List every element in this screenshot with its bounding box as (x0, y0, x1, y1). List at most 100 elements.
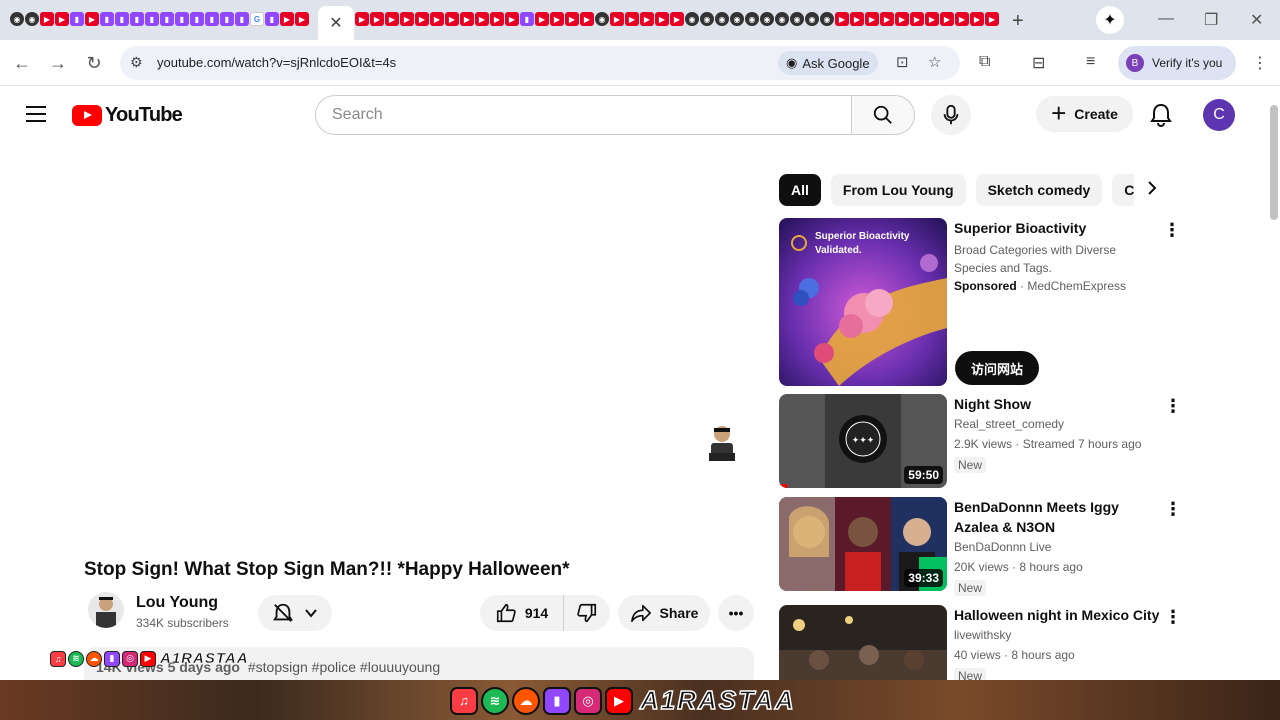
rec-channel[interactable]: BenDaDonnn Live (954, 540, 1051, 554)
chip-con[interactable]: Con (1112, 174, 1134, 206)
voice-search-button[interactable] (931, 95, 971, 135)
tab-favicon[interactable]: ▶ (430, 12, 444, 26)
rec-video-card[interactable]: 39:33 BenDaDonnn Meets Iggy Azalea & N3O… (779, 497, 1184, 596)
ask-google-button[interactable]: ◉ Ask Google (778, 51, 878, 75)
create-button[interactable]: + Create (1036, 96, 1133, 132)
rec-menu-icon[interactable]: ⋮ (1164, 607, 1182, 628)
rec-channel[interactable]: Real_street_comedy (954, 417, 1064, 431)
tab-favicon[interactable]: ▶ (280, 12, 294, 26)
subscribed-notification-button[interactable] (258, 595, 332, 631)
tab-favicon[interactable]: ▮ (130, 12, 144, 26)
tab-favicon[interactable]: ▶ (880, 12, 894, 26)
tab-favicon[interactable]: ◉ (10, 12, 24, 26)
tab-favicon[interactable]: ▶ (670, 12, 684, 26)
tab-favicon[interactable]: ▶ (940, 12, 954, 26)
tab-favicon[interactable]: ▶ (85, 12, 99, 26)
tab-favicon[interactable]: ▶ (370, 12, 384, 26)
tab-favicon[interactable]: ▮ (70, 12, 84, 26)
ad-title[interactable]: Superior Bioactivity (954, 218, 1164, 238)
tab-favicon[interactable]: ◉ (700, 12, 714, 26)
tab-favicon[interactable]: ▮ (160, 12, 174, 26)
rec-menu-icon[interactable]: ⋮ (1164, 499, 1182, 520)
channel-avatar[interactable] (88, 592, 124, 628)
tab-favicon[interactable]: ◉ (25, 12, 39, 26)
tab-favicon[interactable]: ▶ (910, 12, 924, 26)
tab-favicon[interactable]: ▶ (625, 12, 639, 26)
scrollbar-thumb[interactable] (1270, 105, 1278, 220)
tab-favicon[interactable]: ◉ (715, 12, 729, 26)
minimize-icon[interactable]: — (1158, 10, 1174, 28)
tab-favicon[interactable]: ▮ (205, 12, 219, 26)
tab-favicon[interactable]: ▶ (655, 12, 669, 26)
channel-name[interactable]: Lou Young (136, 594, 218, 612)
tab-favicon[interactable]: ▶ (895, 12, 909, 26)
tab-favicon[interactable]: ▶ (475, 12, 489, 26)
new-tab-button[interactable]: + (1012, 10, 1024, 33)
tab-favicon[interactable]: ▶ (970, 12, 984, 26)
rec-title[interactable]: Night Show (954, 394, 1164, 414)
share-button[interactable]: Share (618, 595, 710, 631)
tab-favicon[interactable]: ▶ (925, 12, 939, 26)
gemini-sparkle-icon[interactable]: ✦ (1096, 6, 1124, 34)
tab-favicon[interactable]: ▮ (265, 12, 279, 26)
restore-icon[interactable]: ❐ (1204, 10, 1218, 30)
chip-from-lou-young[interactable]: From Lou Young (830, 174, 966, 206)
tab-favicon[interactable]: ▶ (505, 12, 519, 26)
more-actions-button[interactable]: ••• (718, 595, 754, 631)
search-input[interactable]: Search (315, 95, 852, 135)
sponsored-ad-card[interactable]: Superior Bioactivity Validated. Superior… (779, 218, 1184, 386)
notifications-bell-icon[interactable] (1150, 103, 1172, 132)
tab-favicon[interactable]: ▮ (115, 12, 129, 26)
tab-favicon[interactable]: ◉ (595, 12, 609, 26)
tab-favicon[interactable]: ▶ (40, 12, 54, 26)
tab-favicon[interactable]: ▶ (955, 12, 969, 26)
install-app-icon[interactable]: ⊡ (896, 53, 909, 71)
close-tab-icon[interactable]: ✕ (329, 13, 342, 33)
tab-favicon[interactable]: G (250, 12, 264, 26)
close-window-icon[interactable]: ✕ (1250, 10, 1263, 30)
tab-favicon[interactable]: ▮ (145, 12, 159, 26)
tab-favicon[interactable]: ▶ (850, 12, 864, 26)
extensions-icon[interactable]: ⧉ (979, 53, 990, 71)
tab-favicon[interactable]: ▶ (865, 12, 879, 26)
tab-favicon[interactable]: ▶ (610, 12, 624, 26)
hashtags[interactable]: #stopsign #police #louuuyoung (248, 659, 440, 675)
tab-favicon[interactable]: ▶ (550, 12, 564, 26)
tab-favicon[interactable]: ▶ (445, 12, 459, 26)
tab-favicon[interactable]: ◉ (820, 12, 834, 26)
media-control-icon[interactable]: ≡ (1086, 53, 1095, 71)
tab-favicon[interactable]: ▶ (355, 12, 369, 26)
tab-favicon[interactable]: ◉ (685, 12, 699, 26)
tab-favicon[interactable]: ◉ (805, 12, 819, 26)
tab-favicon[interactable]: ▮ (100, 12, 114, 26)
tab-favicon[interactable]: ▮ (175, 12, 189, 26)
ad-thumbnail[interactable]: Superior Bioactivity Validated. (779, 218, 947, 386)
tab-favicon[interactable]: ◉ (730, 12, 744, 26)
tab-favicon[interactable]: ▶ (640, 12, 654, 26)
tab-favicon[interactable]: ▶ (985, 12, 999, 26)
tab-favicon[interactable]: ▶ (385, 12, 399, 26)
youtube-logo[interactable]: YouTube (72, 104, 183, 127)
tab-favicon[interactable]: ▮ (220, 12, 234, 26)
forward-icon[interactable]: → (48, 53, 68, 74)
rec-menu-icon[interactable]: ⋮ (1164, 396, 1182, 417)
rec-thumbnail[interactable]: 39:33 (779, 497, 947, 591)
account-avatar[interactable]: C (1203, 99, 1235, 131)
active-tab[interactable]: ✕ (318, 6, 354, 40)
reload-icon[interactable]: ↻ (84, 53, 104, 74)
chevron-right-icon[interactable] (1146, 180, 1158, 201)
chip-all[interactable]: All (779, 174, 821, 206)
back-icon[interactable]: ← (12, 53, 32, 74)
tab-favicon[interactable]: ▶ (55, 12, 69, 26)
tab-favicon[interactable]: ▮ (190, 12, 204, 26)
rec-title[interactable]: BenDaDonnn Meets Iggy Azalea & N3ON (954, 497, 1164, 537)
verify-profile-button[interactable]: B Verify it's you (1118, 46, 1236, 80)
chrome-menu-icon[interactable]: ⋮ (1252, 53, 1268, 73)
site-settings-icon[interactable]: ⚙ (130, 54, 143, 71)
tab-favicon[interactable]: ▶ (835, 12, 849, 26)
tab-favicon[interactable]: ▮ (235, 12, 249, 26)
tab-favicon[interactable]: ▶ (415, 12, 429, 26)
rec-video-card[interactable]: ✦✦✦ 59:50 Night Show Real_street_comedy … (779, 394, 1184, 488)
tab-favicon[interactable]: ▶ (400, 12, 414, 26)
tab-search-icon[interactable]: ⊟ (1032, 53, 1045, 73)
